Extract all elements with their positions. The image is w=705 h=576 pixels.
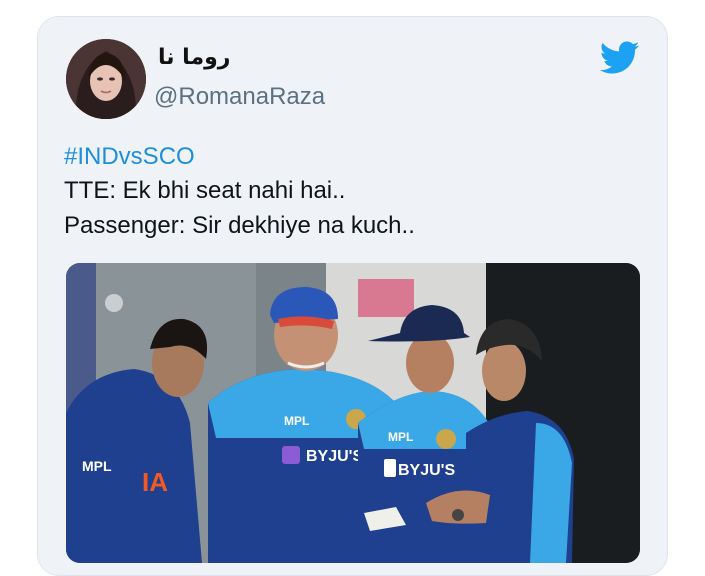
- mpl-logo-1: MPL: [82, 458, 112, 474]
- handle[interactable]: @RomanaRaza: [154, 83, 325, 111]
- display-name[interactable]: روما نا: [158, 45, 230, 70]
- avatar[interactable]: [66, 39, 146, 119]
- twitter-bird-icon[interactable]: [600, 41, 640, 75]
- byjus-logo-2: BYJU'S: [398, 462, 455, 479]
- tweet-text-line-2: Passenger: Sir dekhiye na kuch..: [64, 212, 415, 239]
- mpl-logo-2: MPL: [284, 414, 309, 428]
- mpl-logo-3: MPL: [388, 430, 413, 444]
- tweet-media-photo[interactable]: MPL IA MPL BYJU'S MPL BYJU'S: [66, 263, 640, 563]
- india-logo: IA: [142, 467, 168, 497]
- avatar-image: [66, 39, 146, 119]
- tweet-text-line-1: TTE: Ek bhi seat nahi hai..: [64, 177, 346, 204]
- media-illustration: MPL IA MPL BYJU'S MPL BYJU'S: [66, 263, 640, 563]
- tweet-card[interactable]: روما نا @RomanaRaza #INDvsSCO TTE: Ek bh…: [37, 16, 668, 576]
- hashtag-link[interactable]: #INDvsSCO: [64, 143, 195, 171]
- byjus-logo-1: BYJU'S: [306, 448, 363, 465]
